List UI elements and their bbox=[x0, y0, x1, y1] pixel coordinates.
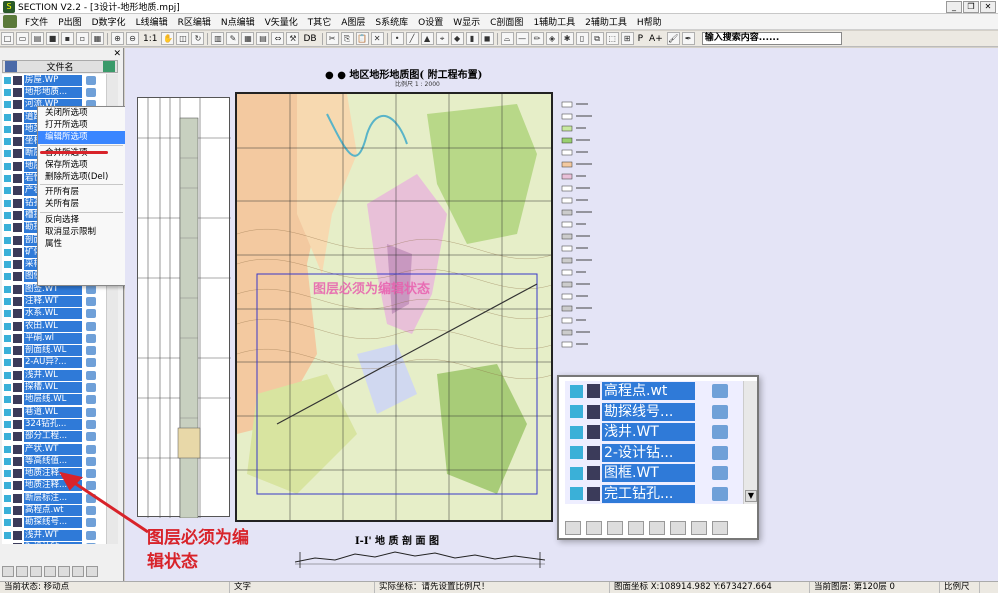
status-current-layer: 当前图层: 第120层 0 bbox=[810, 582, 940, 593]
inset-layer-row[interactable]: 高程点.wt bbox=[565, 381, 743, 402]
annotation-arrows bbox=[59, 385, 757, 534]
layer-visible-checkbox[interactable] bbox=[570, 425, 583, 439]
layer-type-icon bbox=[587, 384, 600, 399]
layer-name[interactable]: 勘探线号... bbox=[602, 402, 695, 421]
edit-state-icon[interactable] bbox=[712, 445, 728, 460]
layer-visible-checkbox[interactable] bbox=[570, 446, 583, 460]
status-ime: 文字 bbox=[230, 582, 375, 593]
layer-type-icon bbox=[587, 486, 600, 501]
layer-name[interactable]: 完工钻孔... bbox=[602, 484, 695, 503]
inset-layer-row[interactable]: 完工钻孔... bbox=[565, 484, 743, 505]
layer-tool-icon[interactable] bbox=[565, 521, 581, 535]
edit-state-icon[interactable] bbox=[712, 425, 728, 440]
inset-layer-row[interactable]: 2-设计钻... bbox=[565, 443, 743, 464]
status-current-state: 当前状态: 移动点 bbox=[0, 582, 230, 593]
edit-state-icon[interactable] bbox=[712, 384, 728, 399]
layer-type-icon bbox=[587, 404, 600, 419]
layer-tool-icon[interactable] bbox=[691, 521, 707, 535]
edit-state-icon[interactable] bbox=[712, 486, 728, 501]
annotation-arrow-left bbox=[69, 478, 149, 534]
layer-name[interactable]: 高程点.wt bbox=[602, 382, 695, 401]
inset-scrollbar[interactable]: ▼ bbox=[743, 381, 757, 504]
status-real-coordinate: 实际坐标：请先设置比例尺！ bbox=[375, 582, 610, 593]
layer-type-icon bbox=[587, 466, 600, 481]
status-scale: 比例尺 bbox=[940, 582, 980, 593]
layer-name[interactable]: 2-设计钻... bbox=[602, 443, 695, 462]
edit-state-icon[interactable] bbox=[712, 466, 728, 481]
layer-type-icon bbox=[587, 425, 600, 440]
layer-tool-icon[interactable] bbox=[649, 521, 665, 535]
status-bar: 当前状态: 移动点 文字 实际坐标：请先设置比例尺！ 图面坐标 X:108914… bbox=[0, 581, 998, 593]
inset-panel-toolbar bbox=[565, 521, 755, 537]
layer-tool-icon[interactable] bbox=[670, 521, 686, 535]
layer-name[interactable]: 图框.WT bbox=[602, 464, 695, 483]
layer-visible-checkbox[interactable] bbox=[570, 487, 583, 501]
layer-tool-icon[interactable] bbox=[712, 521, 728, 535]
inset-layer-row[interactable]: 图框.WT bbox=[565, 463, 743, 484]
inset-layer-list: 高程点.wt勘探线号...浅井.WT2-设计钻...图框.WT完工钻孔...图例… bbox=[565, 381, 743, 504]
edit-state-icon[interactable] bbox=[712, 404, 728, 419]
layer-name[interactable]: 浅井.WT bbox=[602, 423, 695, 442]
zoomed-layer-inset: 高程点.wt勘探线号...浅井.WT2-设计钻...图框.WT完工钻孔...图例… bbox=[557, 375, 759, 540]
layer-tool-icon[interactable] bbox=[607, 521, 623, 535]
scroll-down-icon[interactable]: ▼ bbox=[745, 490, 757, 502]
layer-type-icon bbox=[587, 445, 600, 460]
layer-tool-icon[interactable] bbox=[628, 521, 644, 535]
status-map-coordinate: 图面坐标 X:108914.982 Y:673427.664 bbox=[610, 582, 810, 593]
layer-tool-icon[interactable] bbox=[586, 521, 602, 535]
inset-layer-row[interactable]: 浅井.WT bbox=[565, 422, 743, 443]
annotation-note: 图层必须为编辑状态 bbox=[147, 528, 249, 572]
layer-visible-checkbox[interactable] bbox=[570, 466, 583, 480]
layer-visible-checkbox[interactable] bbox=[570, 405, 583, 419]
layer-visible-checkbox[interactable] bbox=[570, 384, 583, 398]
inset-layer-row[interactable]: 勘探线号... bbox=[565, 402, 743, 423]
